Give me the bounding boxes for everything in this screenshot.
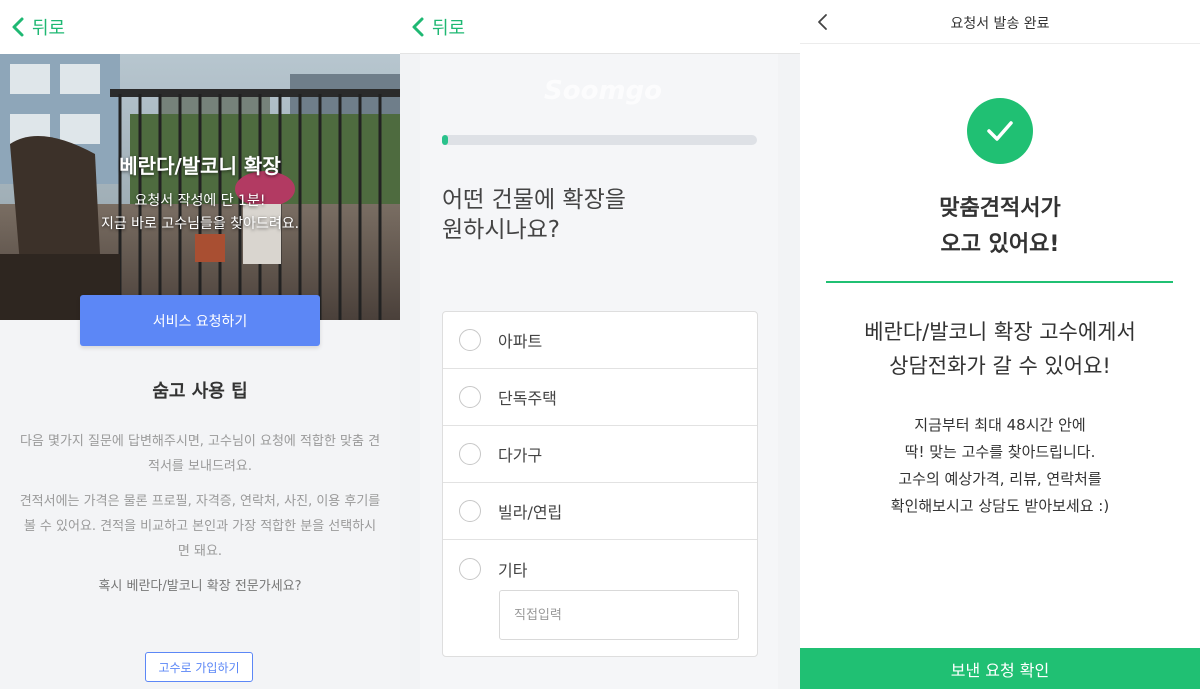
divider [826, 281, 1173, 283]
chevron-left-icon [12, 17, 24, 37]
chevron-left-icon [412, 17, 424, 36]
pro-question-text: 혹시 베란다/발코니 확장 전문가세요? [98, 579, 302, 594]
info-line2: 딱! 맞는 고수를 찾아드립니다. [904, 443, 1096, 461]
option-apartment[interactable]: 아파트 [443, 312, 757, 369]
option-label: 기타 [498, 560, 528, 580]
success-check-icon [967, 98, 1033, 164]
logo-watermark: Soomgo [544, 76, 663, 106]
radio-button[interactable] [459, 386, 481, 408]
hero-banner: 베란다/발코니 확장 요청서 작성에 단 1분! 지금 바로 고수님들을 찾아드… [0, 54, 400, 320]
message-line1: 베란다/발코니 확장 고수에게서 [864, 320, 1136, 344]
service-request-button[interactable]: 서비스 요청하기 [80, 295, 320, 346]
headline-line2: 오고 있어요! [940, 232, 1060, 257]
direct-input-field[interactable] [499, 590, 739, 640]
tip-text: 견적서에는 가격은 물론 프로필, 자격증, 연락처, 사진, 이용 후기를 볼… [19, 494, 381, 559]
question-title-line1: 어떤 건물에 확장을 [442, 187, 626, 213]
hero-title: 베란다/발코니 확장 [119, 154, 281, 178]
headline-line1: 맞춤견적서가 [939, 196, 1061, 221]
radio-button[interactable] [459, 557, 481, 580]
question-title-line2: 원하시나요? [442, 217, 561, 243]
option-villa[interactable]: 빌라/연립 [443, 483, 757, 540]
info-line3: 고수의 예상가격, 리뷰, 연락처를 [898, 470, 1102, 488]
balcony-photo [0, 54, 400, 320]
hero-subtitle-line2: 지금 바로 고수님들을 찾아드려요. [100, 216, 300, 232]
info-line4: 확인해보시고 상담도 받아보세요 :) [890, 497, 1110, 515]
option-list: 아파트 단독주택 다가구 빌라/연립 기타 [442, 311, 758, 657]
message-line2: 상담전화가 갈 수 있어요! [889, 354, 1111, 378]
progress-bar [442, 135, 757, 145]
tip-text: 다음 몇가지 질문에 답변해주시면, 고수님이 요청에 적합한 맞춤 견적서를 … [19, 434, 381, 474]
option-multi-family[interactable]: 다가구 [443, 426, 757, 483]
request-sent-screen: 요청서 발송 완료 맞춤견적서가 오고 있어요! 베란다/발코니 확장 고수에게… [800, 0, 1200, 689]
back-label: 뒤로 [32, 18, 66, 39]
join-as-pro-button[interactable]: 고수로 가입하기 [145, 652, 253, 682]
option-label: 빌라/연립 [498, 503, 563, 522]
header-bar: 요청서 발송 완료 [800, 0, 1200, 44]
view-sent-requests-button[interactable]: 보낸 요청 확인 [800, 648, 1200, 689]
radio-button[interactable] [459, 500, 481, 522]
radio-button[interactable] [459, 443, 481, 465]
option-label: 다가구 [498, 446, 543, 465]
building-type-question-screen: 뒤로 Soomgo 어떤 건물에 확장을 원하시나요? 아파트 단독주택 다가구… [400, 0, 800, 689]
back-button[interactable]: 뒤로 [0, 0, 400, 54]
back-button[interactable]: 뒤로 [400, 0, 800, 54]
back-label: 뒤로 [432, 17, 466, 39]
progress-fill [442, 135, 449, 145]
page-title: 요청서 발송 완료 [950, 16, 1050, 32]
option-label: 단독주택 [498, 389, 557, 408]
hero-subtitle-line1: 요청서 작성에 단 1분! [134, 193, 266, 209]
service-intro-screen: 뒤로 베란다/발코니 확장 요청서 작성에 단 1분! 지금 바로 고수님들을 … [0, 0, 400, 689]
tips-title: 숨고 사용 팁 [152, 381, 248, 402]
info-line1: 지금부터 최대 48시간 안에 [914, 416, 1086, 434]
option-detached-house[interactable]: 단독주택 [443, 369, 757, 426]
option-other[interactable]: 기타 [443, 540, 757, 597]
radio-button[interactable] [459, 329, 481, 351]
option-label: 아파트 [498, 332, 543, 351]
